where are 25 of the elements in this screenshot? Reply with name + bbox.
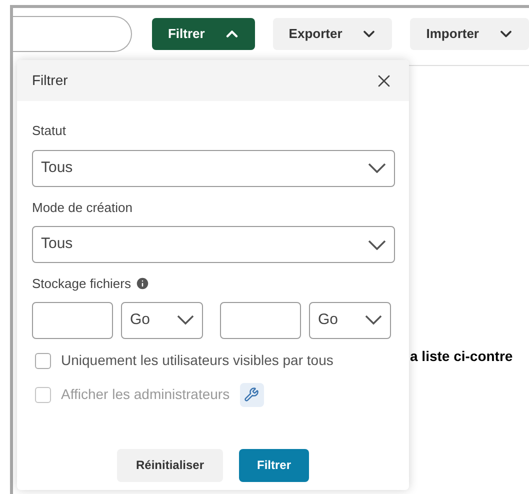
caret-icon <box>368 240 386 250</box>
reset-button[interactable]: Réinitialiser <box>117 448 223 482</box>
input-field[interactable] <box>220 302 301 338</box>
popover-title: Filtrer <box>32 71 68 90</box>
select-field[interactable]: Tous <box>32 226 395 263</box>
toolbar-button[interactable]: Filtrer <box>152 18 255 50</box>
field-label: Statut <box>32 122 67 140</box>
toolbar-button[interactable]: Importer <box>410 18 529 50</box>
select-field[interactable]: Tous <box>32 150 395 186</box>
submit-button[interactable]: Filtrer <box>239 448 309 482</box>
caret-icon <box>177 315 194 325</box>
caret-icon <box>365 315 382 325</box>
caret-icon <box>368 163 386 173</box>
field-label: Stockage fichiers <box>32 275 131 293</box>
checkbox[interactable] <box>35 352 51 368</box>
checkbox-label: Afficher les administrateurs <box>61 385 230 404</box>
toolbar-button[interactable]: Exporter <box>272 18 392 50</box>
search-field[interactable] <box>13 16 132 52</box>
info-icon[interactable] <box>135 276 150 292</box>
field-label: Mode de création <box>32 198 134 216</box>
unit-select[interactable]: Go <box>121 302 203 338</box>
checkbox-label: Uniquement les utilisateurs visibles par tous <box>61 351 334 370</box>
input-field[interactable] <box>32 302 113 338</box>
background-text: a liste ci-contre <box>410 347 513 366</box>
unit-select[interactable]: Go <box>309 302 391 338</box>
